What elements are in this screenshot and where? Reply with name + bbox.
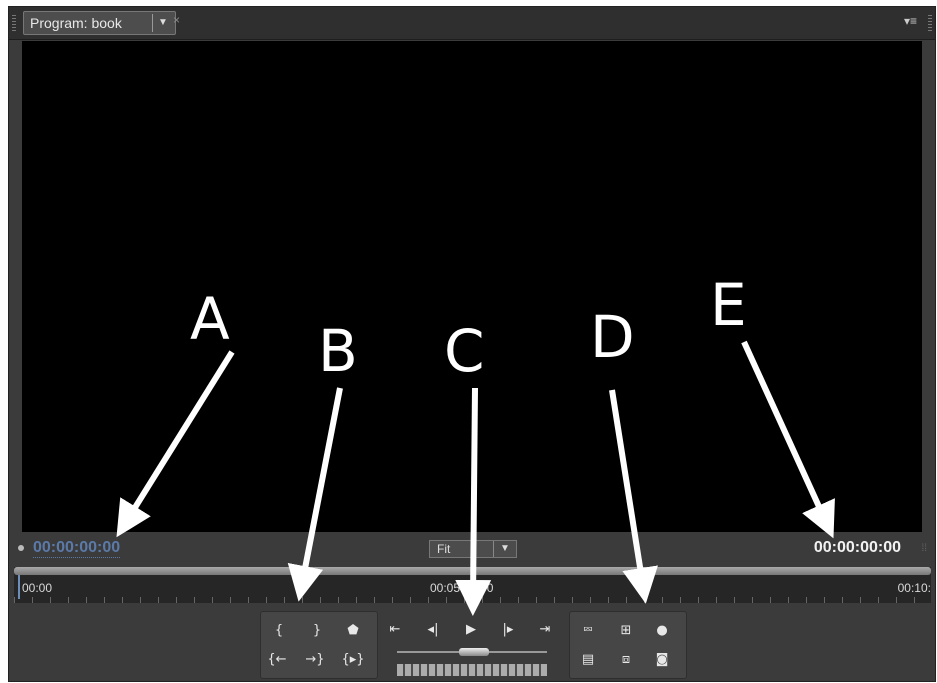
jog-wheel[interactable] [397,664,547,676]
tab-program[interactable]: Program: book ▼ [23,11,176,35]
drag-grip-icon[interactable] [12,15,16,31]
video-preview [22,41,922,532]
lift-icon[interactable]: ⮹ [576,621,600,641]
go-to-previous-edit-icon[interactable]: ⇤ [383,620,407,640]
ruler-middle-label: 00:05:00:00 [430,581,494,595]
shuttle-slider[interactable] [397,648,547,656]
mark-out-icon[interactable]: } [305,621,329,641]
zoom-select[interactable]: Fit ▼ [429,540,517,558]
shuttle-knob[interactable] [459,648,489,656]
chevron-down-icon[interactable]: ▼ [152,14,173,32]
marker-controls-group: { } ⬟ {← →} {▸} [260,611,378,679]
panel-tab-bar: Program: book ▼ × ▾≡ [9,7,935,40]
close-icon[interactable]: × [173,13,180,27]
zoom-scroll-bar[interactable] [14,567,931,575]
zoom-value: Fit [437,542,451,556]
annotation-label-e: E [710,271,747,339]
time-ruler[interactable]: 00:00 00:05:00:00 00:10: [14,567,931,603]
set-marker-icon[interactable]: ⬟ [341,621,365,641]
trim-icon[interactable]: ⧈ [614,650,638,670]
edit-controls-group: ⮹ ⊞ ● ▤ ⧈ ◙ [569,611,687,679]
annotation-label-c: C [444,317,485,385]
export-frame-icon[interactable]: ◙ [650,650,674,670]
play-in-to-out-icon[interactable]: {▸} [341,650,365,670]
tab-label: Program: book [30,15,122,31]
playhead-timecode[interactable]: 00:00:00:00 [33,539,121,558]
output-icon[interactable]: ● [650,621,674,641]
ruler-ticks [14,597,931,603]
chevron-down-icon[interactable]: ▼ [493,541,516,557]
duration-timecode: 00:00:00:00 [813,539,901,556]
playhead-marker[interactable] [18,575,20,599]
grip-icon[interactable]: ⁞⁞ [921,543,927,554]
panel-menu-icon[interactable]: ▾≡ [904,14,917,28]
mark-in-icon[interactable]: { [267,621,291,641]
extract-icon[interactable]: ▤ [576,650,600,670]
go-to-in-icon[interactable]: {← [265,650,289,670]
step-forward-icon[interactable]: |▸ [496,620,520,640]
annotation-label-d: D [590,303,635,371]
ruler-start-label: 00:00 [22,581,53,595]
ruler-end-label: 00:10: [897,581,931,595]
safe-margins-icon[interactable]: ⊞ [614,621,638,641]
annotation-label-a: A [190,285,230,353]
play-icon[interactable]: ▶ [459,620,483,640]
go-to-out-icon[interactable]: →} [303,650,327,670]
dot-icon [18,545,24,551]
annotation-label-b: B [318,317,358,385]
drag-grip-icon[interactable] [928,15,932,31]
go-to-next-edit-icon[interactable]: ⇥ [533,620,557,640]
step-back-icon[interactable]: ◂| [421,620,445,640]
